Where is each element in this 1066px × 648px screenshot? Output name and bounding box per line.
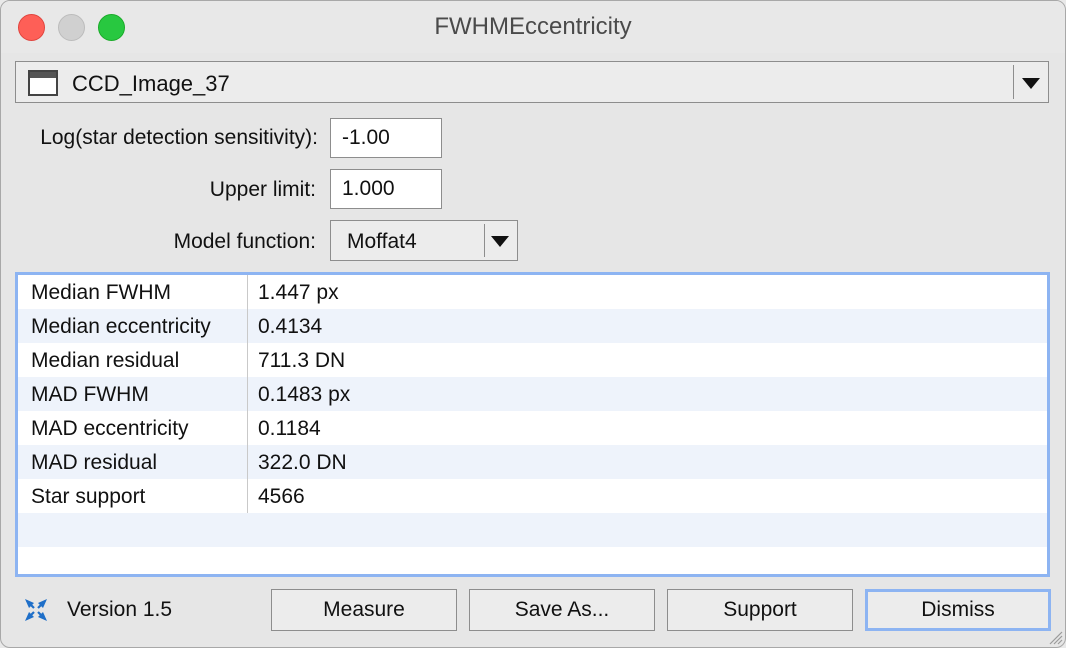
version-label: Version 1.5	[67, 598, 173, 621]
result-value: 0.1184	[258, 417, 321, 440]
dialog-window: FWHMEccentricity CCD_Image_37 Log(star d…	[0, 0, 1066, 648]
select-divider	[484, 224, 485, 257]
sensitivity-input[interactable]: -1.00	[330, 118, 442, 158]
model-function-label: Model function:	[173, 230, 316, 253]
result-name: Star support	[31, 485, 146, 508]
image-window-icon	[28, 70, 58, 96]
column-divider	[247, 275, 248, 513]
table-row[interactable]: MAD eccentricity 0.1184	[18, 411, 1047, 445]
view-selector-combo[interactable]: CCD_Image_37	[15, 61, 1049, 103]
view-selector-value: CCD_Image_37	[72, 71, 230, 96]
sensitivity-label: Log(star detection sensitivity):	[40, 126, 318, 149]
pixinsight-script-icon	[25, 599, 47, 621]
dismiss-button[interactable]: Dismiss	[865, 589, 1051, 631]
measure-button[interactable]: Measure	[271, 589, 457, 631]
table-row[interactable]: Median eccentricity 0.4134	[18, 309, 1047, 343]
result-name: Median residual	[31, 349, 180, 372]
support-button[interactable]: Support	[667, 589, 853, 631]
result-value: 1.447 px	[258, 281, 339, 304]
window-title: FWHMEccentricity	[434, 13, 632, 40]
table-row[interactable]: Median FWHM 1.447 px	[18, 275, 1047, 309]
empty-table-row	[18, 513, 1047, 547]
result-name: MAD residual	[31, 451, 158, 474]
result-value: 0.4134	[258, 315, 323, 338]
results-table[interactable]: Median FWHM 1.447 px Median eccentricity…	[15, 272, 1050, 577]
save-as-button[interactable]: Save As...	[469, 589, 655, 631]
result-name: MAD eccentricity	[31, 417, 189, 440]
model-function-select[interactable]: Moffat4	[330, 220, 518, 261]
result-value: 0.1483 px	[258, 383, 351, 406]
dropdown-arrow-icon[interactable]	[491, 236, 509, 247]
result-value: 4566	[258, 485, 305, 508]
result-value: 322.0 DN	[258, 451, 347, 474]
result-value: 711.3 DN	[258, 349, 346, 372]
table-row[interactable]: Star support 4566	[18, 479, 1047, 513]
result-name: Median FWHM	[31, 281, 172, 304]
result-name: MAD FWHM	[31, 383, 149, 406]
dropdown-arrow-icon[interactable]	[1022, 78, 1040, 89]
model-function-value: Moffat4	[347, 230, 417, 253]
resize-grip-icon[interactable]	[1045, 627, 1063, 645]
upper-limit-input[interactable]: 1.000	[330, 169, 442, 209]
combo-divider	[1013, 65, 1014, 99]
title-bar[interactable]: FWHMEccentricity	[1, 1, 1065, 53]
result-name: Median eccentricity	[31, 315, 211, 338]
upper-limit-label: Upper limit:	[209, 178, 316, 201]
table-row[interactable]: MAD residual 322.0 DN	[18, 445, 1047, 479]
table-row[interactable]: MAD FWHM 0.1483 px	[18, 377, 1047, 411]
table-row[interactable]: Median residual 711.3 DN	[18, 343, 1047, 377]
